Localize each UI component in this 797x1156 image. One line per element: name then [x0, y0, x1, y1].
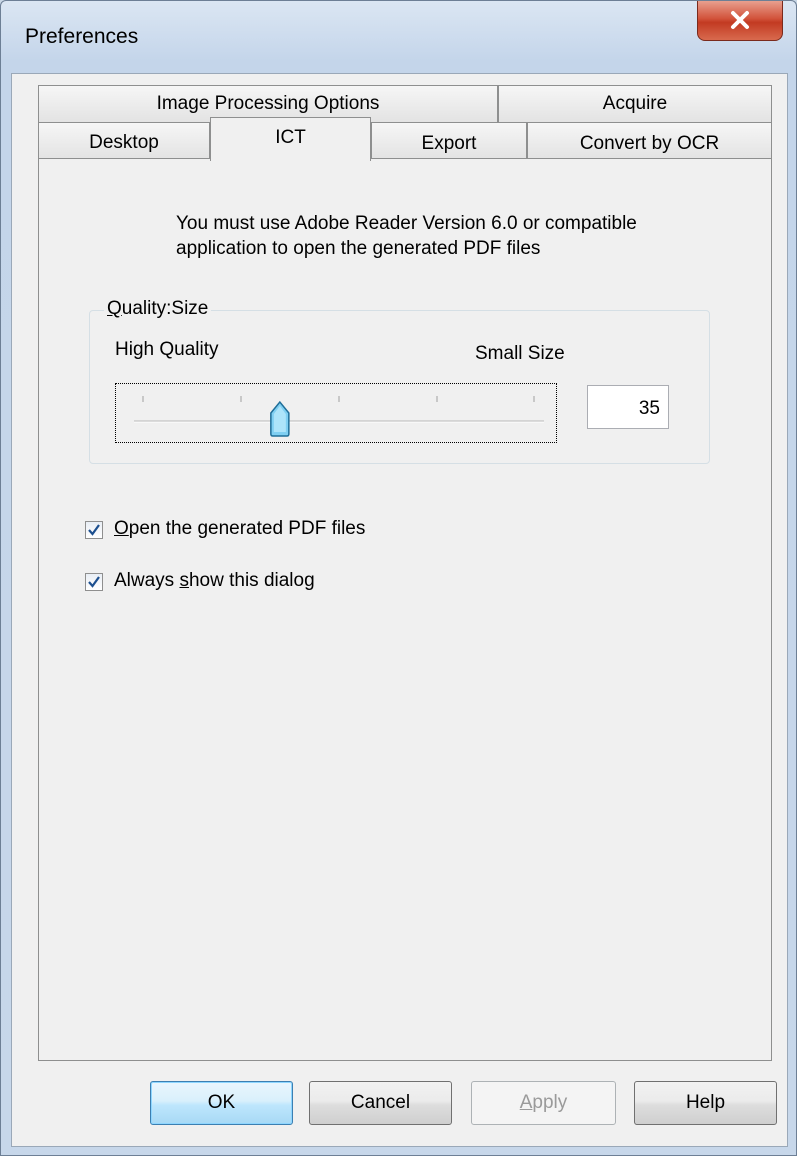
- tab-desktop[interactable]: Desktop: [38, 122, 210, 159]
- tab-acquire[interactable]: Acquire: [498, 85, 772, 122]
- close-icon: [731, 11, 749, 29]
- tab-export[interactable]: Export: [371, 122, 527, 159]
- small-size-label: Small Size: [475, 343, 565, 364]
- tab-label: Desktop: [89, 132, 159, 153]
- open-pdf-checkbox[interactable]: [85, 521, 103, 539]
- pdf-requirement-text: You must use Adobe Reader Version 6.0 or…: [176, 211, 637, 261]
- always-show-rest: how this dialog: [188, 570, 315, 591]
- group-label-rest: uality:Size: [121, 298, 209, 319]
- quality-size-slider[interactable]: [115, 383, 557, 443]
- tab-label: Acquire: [602, 93, 668, 114]
- slider-thumb[interactable]: [270, 400, 290, 437]
- open-pdf-rest: pen the generated PDF files: [128, 518, 366, 539]
- group-label-accel: Q: [107, 298, 122, 319]
- info-line-1: You must use Adobe Reader Version 6.0 or…: [176, 213, 637, 234]
- close-button[interactable]: [697, 1, 783, 41]
- tab-ict[interactable]: ICT: [210, 117, 371, 161]
- open-pdf-accel: O: [114, 518, 129, 539]
- help-button[interactable]: Help: [634, 1081, 777, 1125]
- ok-button[interactable]: OK: [150, 1081, 293, 1125]
- window-title: Preferences: [25, 25, 139, 48]
- always-show-checkbox[interactable]: [85, 573, 103, 591]
- apply-rest: pply: [532, 1092, 568, 1113]
- tab-convert-by-ocr[interactable]: Convert by OCR: [527, 122, 772, 159]
- apply-button[interactable]: Apply: [471, 1081, 616, 1125]
- checkmark-icon: [88, 524, 100, 536]
- slider-track: [134, 396, 544, 437]
- always-show-pre: Always: [114, 570, 180, 591]
- high-quality-label: High Quality: [115, 339, 219, 360]
- preferences-window: Preferences Image Processing Options Acq…: [0, 0, 797, 1156]
- info-line-2: application to open the generated PDF fi…: [176, 238, 541, 259]
- always-show-label: Always show this dialog: [114, 570, 315, 592]
- checkmark-icon: [88, 576, 100, 588]
- always-show-accel: s: [179, 570, 189, 591]
- title-bar[interactable]: Preferences: [1, 1, 796, 73]
- open-pdf-label: Open the generated PDF files: [114, 518, 365, 540]
- group-label: Quality:Size: [104, 298, 212, 320]
- tab-label: ICT: [275, 127, 306, 148]
- tab-panel-ict: [38, 158, 772, 1061]
- cancel-button[interactable]: Cancel: [309, 1081, 452, 1125]
- apply-accel: A: [519, 1092, 533, 1113]
- quality-size-value-field[interactable]: 35: [587, 385, 669, 429]
